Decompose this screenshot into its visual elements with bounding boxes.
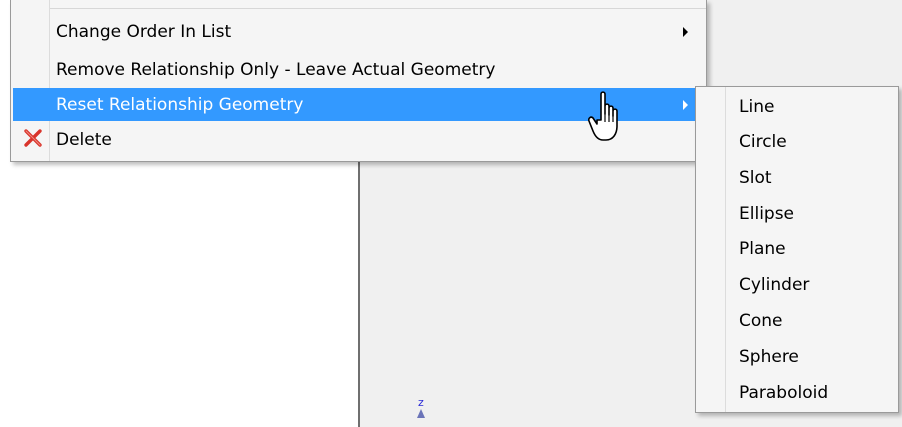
menu-item-label: Change Order In List xyxy=(56,22,232,42)
submenu-item-cylinder[interactable]: Cylinder xyxy=(697,268,897,302)
axis-triad-icon xyxy=(417,409,425,418)
menu-item-label: Reset Relationship Geometry xyxy=(56,95,304,115)
submenu-item-label: Sphere xyxy=(739,347,799,367)
submenu-item-label: Cylinder xyxy=(739,275,810,295)
submenu-item-label: Cone xyxy=(739,311,783,331)
submenu-item-label: Circle xyxy=(739,132,787,152)
submenu-item-label: Slot xyxy=(739,168,772,188)
submenu-item-cone[interactable]: Cone xyxy=(697,304,897,338)
submenu-item-label: Paraboloid xyxy=(739,383,829,403)
submenu-item-slot[interactable]: Slot xyxy=(697,161,897,195)
red-x-icon xyxy=(24,129,42,147)
submenu-item-circle[interactable]: Circle xyxy=(697,125,897,159)
submenu-item-line[interactable]: Line xyxy=(697,90,897,124)
menu-separator xyxy=(49,8,706,9)
menu-item-remove-relationship[interactable]: Remove Relationship Only - Leave Actual … xyxy=(13,54,704,85)
menu-item-label: Remove Relationship Only - Leave Actual … xyxy=(56,60,496,80)
geometry-submenu: Line Circle Slot Ellipse Plane Cylinder … xyxy=(695,86,899,413)
submenu-item-label: Line xyxy=(739,97,775,117)
submenu-item-label: Plane xyxy=(739,239,786,259)
z-axis-label: z xyxy=(418,396,424,409)
submenu-item-ellipse[interactable]: Ellipse xyxy=(697,197,897,231)
submenu-item-sphere[interactable]: Sphere xyxy=(697,340,897,374)
submenu-arrow-icon xyxy=(683,100,688,110)
submenu-item-plane[interactable]: Plane xyxy=(697,232,897,266)
submenu-arrow-icon xyxy=(683,27,688,37)
submenu-item-paraboloid[interactable]: Paraboloid xyxy=(697,376,897,410)
menu-item-change-order[interactable]: Change Order In List xyxy=(13,16,704,47)
menu-item-label: Delete xyxy=(56,130,112,150)
submenu-item-label: Ellipse xyxy=(739,204,795,224)
hand-pointer-cursor-icon xyxy=(588,91,618,141)
